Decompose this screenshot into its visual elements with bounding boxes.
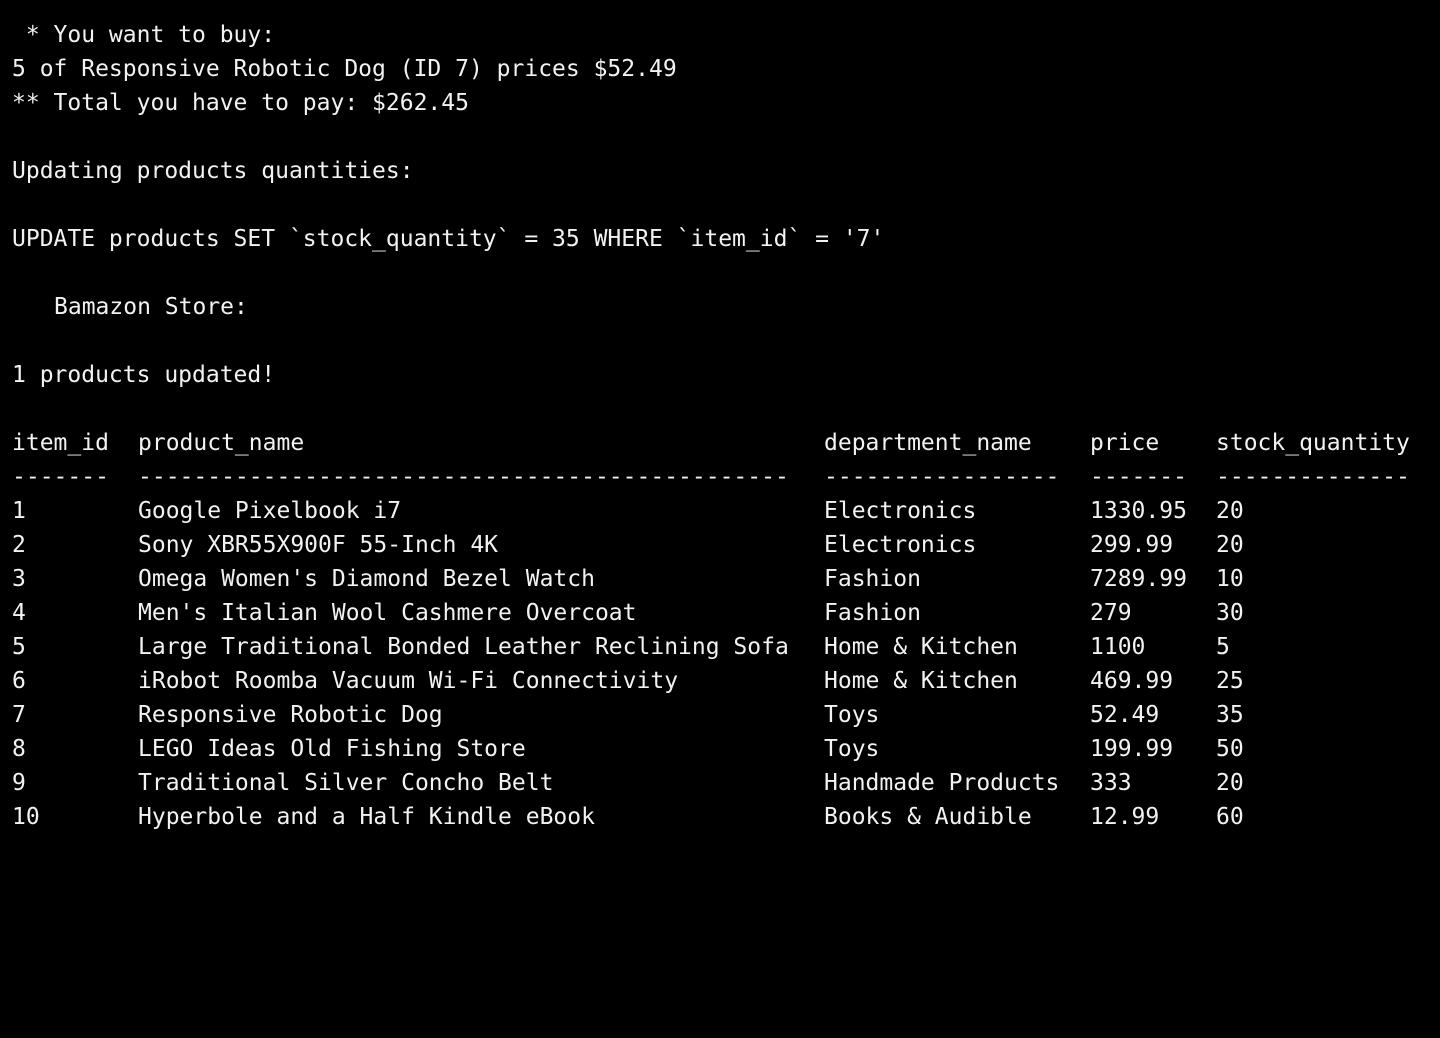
cell-department-name: Electronics xyxy=(824,498,977,524)
cell-price: 279 xyxy=(1090,600,1132,626)
header-stock-quantity: stock_quantity xyxy=(1216,430,1410,456)
cell-stock-quantity: 30 xyxy=(1216,600,1244,626)
table-row: 3 Omega Women's Diamond Bezel Watch Fash… xyxy=(12,562,1440,596)
cell-price: 199.99 xyxy=(1090,736,1174,762)
cell-department-name: Toys xyxy=(824,736,880,762)
updating-line: Updating products quantities: xyxy=(12,158,414,184)
table-body: 1 Google Pixelbook i7 Electronics 1330.9… xyxy=(12,494,1440,834)
table-row: 6 iRobot Roomba Vacuum Wi-Fi Connectivit… xyxy=(12,664,1440,698)
cell-price: 469.99 xyxy=(1090,668,1174,694)
table-row: 10 Hyperbole and a Half Kindle eBook Boo… xyxy=(12,800,1440,834)
cell-product-name: Hyperbole and a Half Kindle eBook xyxy=(138,804,595,830)
cell-stock-quantity: 10 xyxy=(1216,566,1244,592)
header-price: price xyxy=(1090,430,1160,456)
cell-price: 333 xyxy=(1090,770,1132,796)
store-title: Bamazon Store: xyxy=(54,294,248,320)
cell-stock-quantity: 60 xyxy=(1216,804,1244,830)
cell-stock-quantity: 20 xyxy=(1216,498,1244,524)
cell-product-name: Sony XBR55X900F 55-Inch 4K xyxy=(138,532,499,558)
cell-department-name: Handmade Products xyxy=(824,770,1060,796)
cell-price: 1330.95 xyxy=(1090,498,1187,524)
separator-stock-quantity: -------------- xyxy=(1216,464,1410,490)
header-item-id: item_id xyxy=(12,430,109,456)
cell-item-id: 8 xyxy=(12,736,26,762)
terminal-window[interactable]: * You want to buy: 5 of Responsive Robot… xyxy=(0,0,1440,860)
cell-product-name: iRobot Roomba Vacuum Wi-Fi Connectivity xyxy=(138,668,679,694)
cell-product-name: Omega Women's Diamond Bezel Watch xyxy=(138,566,595,592)
cell-item-id: 4 xyxy=(12,600,26,626)
separator-price: ------- xyxy=(1090,464,1187,490)
cell-department-name: Home & Kitchen xyxy=(824,668,1018,694)
cell-department-name: Fashion xyxy=(824,566,921,592)
cell-item-id: 1 xyxy=(12,498,26,524)
cell-price: 299.99 xyxy=(1090,532,1174,558)
header-department-name: department_name xyxy=(824,430,1032,456)
cell-stock-quantity: 50 xyxy=(1216,736,1244,762)
cell-department-name: Electronics xyxy=(824,532,977,558)
cell-product-name: Google Pixelbook i7 xyxy=(138,498,402,524)
table-row: 2 Sony XBR55X900F 55-Inch 4K Electronics… xyxy=(12,528,1440,562)
sql-statement-line: UPDATE products SET `stock_quantity` = 3… xyxy=(12,226,885,252)
table-row: 1 Google Pixelbook i7 Electronics 1330.9… xyxy=(12,494,1440,528)
cell-item-id: 6 xyxy=(12,668,26,694)
total-line: ** Total you have to pay: $262.45 xyxy=(12,90,469,116)
table-row: 4 Men's Italian Wool Cashmere Overcoat F… xyxy=(12,596,1440,630)
cell-product-name: Men's Italian Wool Cashmere Overcoat xyxy=(138,600,637,626)
cell-stock-quantity: 35 xyxy=(1216,702,1244,728)
table-separator-row: ------- --------------------------------… xyxy=(12,460,1440,494)
cell-price: 52.49 xyxy=(1090,702,1160,728)
header-product-name: product_name xyxy=(138,430,305,456)
table-row: 8 LEGO Ideas Old Fishing Store Toys 199.… xyxy=(12,732,1440,766)
cell-price: 12.99 xyxy=(1090,804,1160,830)
cell-department-name: Fashion xyxy=(824,600,921,626)
cell-stock-quantity: 20 xyxy=(1216,532,1244,558)
cell-product-name: Traditional Silver Concho Belt xyxy=(138,770,554,796)
order-line: 5 of Responsive Robotic Dog (ID 7) price… xyxy=(12,56,677,82)
cell-stock-quantity: 5 xyxy=(1216,634,1230,660)
cell-department-name: Books & Audible xyxy=(824,804,1032,830)
table-row: 5 Large Traditional Bonded Leather Recli… xyxy=(12,630,1440,664)
table-row: 7 Responsive Robotic Dog Toys 52.49 35 xyxy=(12,698,1440,732)
cell-item-id: 3 xyxy=(12,566,26,592)
cell-stock-quantity: 25 xyxy=(1216,668,1244,694)
cell-item-id: 10 xyxy=(12,804,40,830)
cell-department-name: Home & Kitchen xyxy=(824,634,1018,660)
cell-item-id: 5 xyxy=(12,634,26,660)
cell-price: 7289.99 xyxy=(1090,566,1187,592)
separator-item-id: ------- xyxy=(12,464,109,490)
cell-stock-quantity: 20 xyxy=(1216,770,1244,796)
want-to-buy-line: * You want to buy: xyxy=(12,22,276,48)
cell-item-id: 7 xyxy=(12,702,26,728)
table-row: 9 Traditional Silver Concho Belt Handmad… xyxy=(12,766,1440,800)
cell-department-name: Toys xyxy=(824,702,880,728)
cell-item-id: 9 xyxy=(12,770,26,796)
cell-product-name: Responsive Robotic Dog xyxy=(138,702,443,728)
cell-product-name: LEGO Ideas Old Fishing Store xyxy=(138,736,526,762)
cell-item-id: 2 xyxy=(12,532,26,558)
separator-department-name: ----------------- xyxy=(824,464,1060,490)
updated-line: 1 products updated! xyxy=(12,362,276,388)
cell-product-name: Large Traditional Bonded Leather Reclini… xyxy=(138,634,789,660)
cell-price: 1100 xyxy=(1090,634,1146,660)
separator-product-name: ----------------------------------------… xyxy=(138,464,789,490)
table-header-row: item_id product_name department_name pri… xyxy=(12,426,1440,460)
